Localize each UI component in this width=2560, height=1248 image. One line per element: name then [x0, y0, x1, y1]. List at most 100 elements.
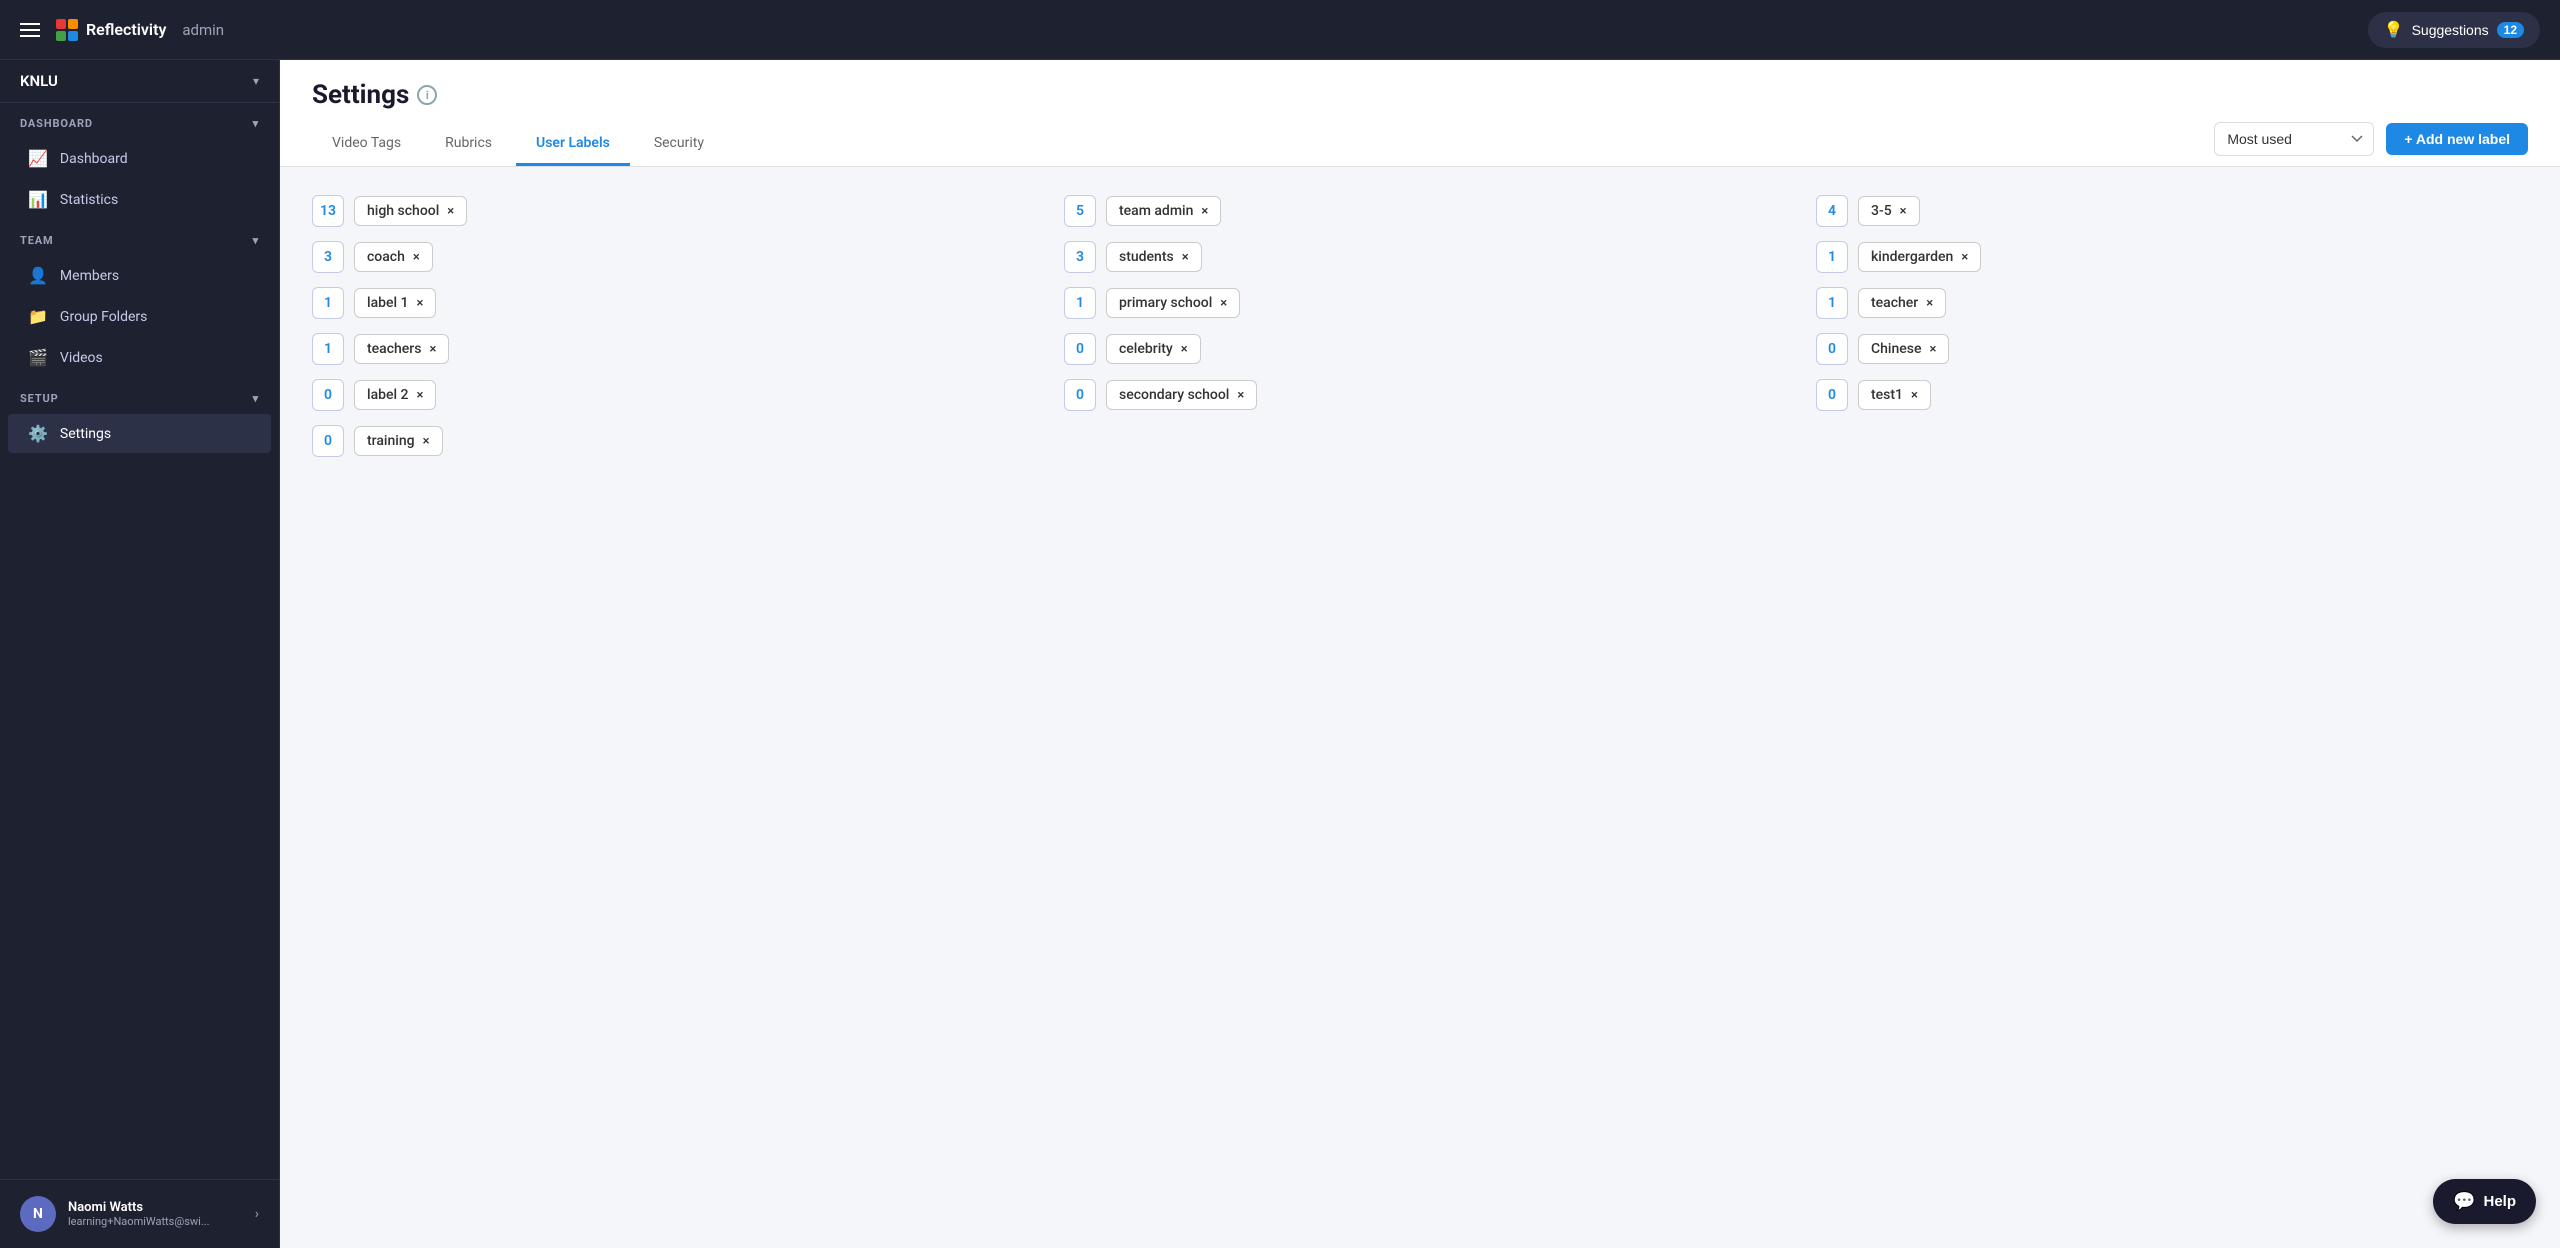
label-tag[interactable]: coach ×	[354, 242, 433, 272]
label-row: 13 high school×	[312, 195, 1024, 227]
label-count: 0	[1064, 379, 1096, 411]
label-tag[interactable]: 3-5×	[1858, 196, 1920, 226]
team-section-label: TEAM	[20, 234, 54, 247]
org-name: KNLU	[20, 72, 58, 90]
close-icon[interactable]: ×	[1911, 389, 1918, 402]
dashboard-section-label: DASHBOARD	[20, 117, 93, 130]
avatar: N	[20, 1196, 56, 1232]
close-icon[interactable]: ×	[417, 297, 424, 310]
sidebar: KNLU ▾ DASHBOARD ▾ 📈 Dashboard 📊 Statist…	[0, 60, 280, 1248]
hamburger-icon[interactable]	[20, 23, 40, 37]
suggestions-button[interactable]: 💡 Suggestions 12	[2368, 12, 2540, 48]
close-icon[interactable]: ×	[1900, 205, 1907, 218]
label-count: 3	[312, 241, 344, 273]
close-icon[interactable]: ×	[1926, 297, 1933, 310]
team-chevron-icon: ▾	[253, 234, 259, 247]
label-tag[interactable]: team admin ×	[1106, 196, 1221, 226]
label-tag[interactable]: students×	[1106, 242, 1202, 272]
label-count: 3	[1064, 241, 1096, 273]
label-name: teachers	[367, 341, 421, 357]
close-icon[interactable]: ×	[1929, 343, 1936, 356]
label-count: 0	[1816, 379, 1848, 411]
team-section-header[interactable]: TEAM ▾	[0, 220, 279, 255]
label-name: kindergarden	[1871, 249, 1953, 265]
close-icon[interactable]: ×	[1182, 251, 1189, 264]
close-icon[interactable]: ×	[1201, 205, 1208, 218]
sidebar-user-footer[interactable]: N Naomi Watts learning+NaomiWatts@swi...…	[0, 1179, 279, 1248]
label-tag[interactable]: Chinese×	[1858, 334, 1949, 364]
add-label-button[interactable]: + Add new label	[2386, 123, 2528, 155]
close-icon[interactable]: ×	[1961, 251, 1968, 264]
label-count: 0	[1064, 333, 1096, 365]
sidebar-item-label: Videos	[60, 350, 103, 366]
help-button[interactable]: 💬 Help	[2433, 1179, 2536, 1224]
label-tag[interactable]: training ×	[354, 426, 443, 456]
label-row: 0 training ×	[312, 425, 1024, 457]
close-icon[interactable]: ×	[1220, 297, 1227, 310]
label-name: label 1	[367, 295, 409, 311]
label-tag[interactable]: secondary school×	[1106, 380, 1257, 410]
label-name: team admin	[1119, 203, 1193, 219]
sidebar-item-group-folders[interactable]: 📁 Group Folders	[8, 297, 271, 336]
label-count: 5	[1064, 195, 1096, 227]
label-row: 3 students×	[1064, 241, 1776, 273]
label-count: 13	[312, 195, 344, 227]
dashboard-section-header[interactable]: DASHBOARD ▾	[0, 103, 279, 138]
main-layout: KNLU ▾ DASHBOARD ▾ 📈 Dashboard 📊 Statist…	[0, 60, 2560, 1248]
close-icon[interactable]: ×	[1237, 389, 1244, 402]
bulb-icon: 💡	[2384, 20, 2404, 40]
sidebar-item-label: Group Folders	[60, 309, 147, 325]
settings-header: Settings i Video Tags Rubrics User Label…	[280, 60, 2560, 167]
setup-section-header[interactable]: SETUP ▾	[0, 378, 279, 413]
info-icon[interactable]: i	[417, 85, 437, 105]
label-name: test1	[1871, 387, 1903, 403]
close-icon[interactable]: ×	[1181, 343, 1188, 356]
label-row: 0 test1 ×	[1816, 379, 2528, 411]
tab-security[interactable]: Security	[634, 127, 724, 166]
close-icon[interactable]: ×	[429, 343, 436, 356]
label-tag[interactable]: test1 ×	[1858, 380, 1931, 410]
settings-icon: ⚙️	[28, 424, 48, 443]
label-tag[interactable]: primary school ×	[1106, 288, 1240, 318]
tab-rubrics[interactable]: Rubrics	[425, 127, 512, 166]
sidebar-item-dashboard[interactable]: 📈 Dashboard	[8, 139, 271, 178]
sidebar-item-videos[interactable]: 🎬 Videos	[8, 338, 271, 377]
labels-grid: 13high school×3coach×1label 1×1teachers×…	[312, 195, 2528, 457]
close-icon[interactable]: ×	[417, 389, 424, 402]
close-icon[interactable]: ×	[423, 435, 430, 448]
label-row: 0label 2×	[312, 379, 1024, 411]
topbar: Reflectivity admin 💡 Suggestions 12	[0, 0, 2560, 60]
label-tag[interactable]: teachers ×	[354, 334, 449, 364]
user-arrow-icon: ›	[255, 1206, 259, 1222]
org-row: KNLU ▾	[20, 72, 259, 90]
settings-title: Settings	[312, 80, 409, 110]
label-count: 1	[1816, 287, 1848, 319]
label-tag[interactable]: teacher×	[1858, 288, 1946, 318]
label-tag[interactable]: celebrity×	[1106, 334, 1201, 364]
label-name: coach	[367, 249, 405, 265]
close-icon[interactable]: ×	[447, 205, 454, 218]
label-count: 0	[312, 425, 344, 457]
dashboard-icon: 📈	[28, 149, 48, 168]
label-name: primary school	[1119, 295, 1212, 311]
label-row: 1kindergarden×	[1816, 241, 2528, 273]
label-tag[interactable]: label 1 ×	[354, 288, 436, 318]
label-tag[interactable]: kindergarden ×	[1858, 242, 1981, 272]
sidebar-item-settings[interactable]: ⚙️ Settings	[8, 414, 271, 453]
label-name: training	[367, 433, 415, 449]
label-tag[interactable]: label 2×	[354, 380, 436, 410]
org-chevron-icon[interactable]: ▾	[253, 74, 259, 88]
tab-user-labels[interactable]: User Labels	[516, 127, 630, 166]
group-folders-icon: 📁	[28, 307, 48, 326]
sidebar-item-statistics[interactable]: 📊 Statistics	[8, 180, 271, 219]
sidebar-item-members[interactable]: 👤 Members	[8, 256, 271, 295]
label-row: 3 coach ×	[312, 241, 1024, 273]
app-name: Reflectivity	[86, 20, 166, 39]
label-tag[interactable]: high school×	[354, 196, 467, 226]
label-row: 1 teacher×	[1816, 287, 2528, 319]
user-info: Naomi Watts learning+NaomiWatts@swi...	[68, 1200, 243, 1228]
sort-select[interactable]: Most used Least used Alphabetical	[2214, 122, 2374, 156]
close-icon[interactable]: ×	[413, 251, 420, 264]
label-column-3: 43-5×1kindergarden×1teacher×0Chinese×0te…	[1816, 195, 2528, 411]
tab-video-tags[interactable]: Video Tags	[312, 127, 421, 166]
